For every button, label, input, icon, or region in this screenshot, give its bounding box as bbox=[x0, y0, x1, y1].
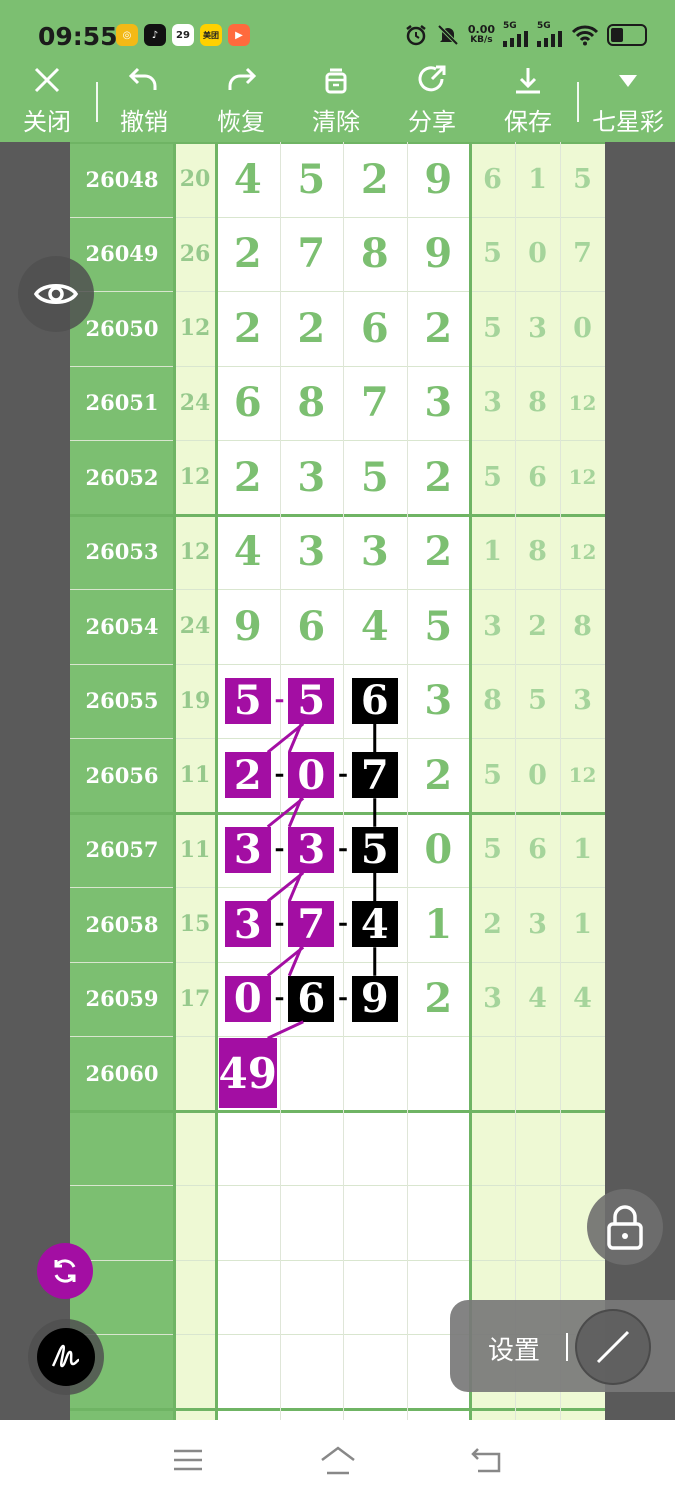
signal-1: 5G bbox=[503, 22, 529, 47]
mute-bell-icon bbox=[437, 24, 459, 45]
meituan-icon: 美团 bbox=[200, 24, 222, 46]
menu-icon bbox=[174, 1449, 202, 1471]
eye-toggle-button[interactable] bbox=[18, 256, 94, 332]
alarm-icon bbox=[406, 24, 426, 45]
lottery-grid[interactable]: 26048 20 4 5 2 9 6 1 5 26049 26 2 7 8 9 5 0 7 26050 12 2 2 6 2 5… bbox=[70, 142, 605, 1420]
signal-2-label: 5G bbox=[537, 21, 551, 31]
share-label: 分享 bbox=[408, 108, 456, 136]
redo-label: 恢复 bbox=[217, 108, 265, 136]
handwriting-icon bbox=[37, 1328, 95, 1386]
redo-button[interactable]: 恢复 bbox=[206, 62, 276, 142]
status-bar: 09:55 ◎ ♪ 29 美团 ▶ 0.00 KB/s 5G 5G bbox=[0, 0, 675, 62]
settings-button[interactable]: 设置 bbox=[488, 1330, 540, 1367]
battery-icon bbox=[607, 23, 647, 46]
refresh-icon bbox=[54, 1259, 76, 1283]
home-nav-button[interactable] bbox=[318, 1442, 358, 1478]
diagonal-connector bbox=[267, 1020, 304, 1040]
signal-2: 5G bbox=[537, 22, 563, 47]
lottery-type-dropdown[interactable]: 七星彩 bbox=[588, 62, 668, 142]
close-button[interactable]: 关闭 bbox=[12, 62, 82, 142]
tiktok-icon: ♪ bbox=[144, 24, 166, 46]
toolbar: 关闭 撤销 恢复 清除 分享 保存 七星彩 bbox=[0, 62, 675, 142]
share-icon bbox=[416, 62, 448, 98]
save-label: 保存 bbox=[504, 108, 552, 136]
pen-tool-button[interactable] bbox=[575, 1309, 651, 1385]
undo-label: 撤销 bbox=[120, 108, 168, 136]
clear-label: 清除 bbox=[312, 108, 360, 136]
net-speed-value: 0.00 bbox=[467, 22, 495, 36]
lottery-type-label: 七星彩 bbox=[592, 108, 664, 136]
diagonal-connector bbox=[287, 946, 303, 977]
signal-1-label: 5G bbox=[503, 21, 517, 31]
undo-icon bbox=[128, 62, 160, 98]
signal-bars-icon bbox=[503, 31, 528, 47]
diagonal-connector bbox=[287, 797, 303, 828]
network-speed: 0.00 KB/s bbox=[468, 24, 495, 46]
close-icon bbox=[32, 62, 62, 98]
clear-button[interactable]: 清除 bbox=[301, 62, 371, 142]
calendar-icon: 29 bbox=[172, 24, 194, 46]
coin-app-icon: ◎ bbox=[116, 24, 138, 46]
wifi-icon bbox=[571, 25, 599, 45]
diagonal-connector bbox=[287, 872, 303, 902]
signal-bars-icon bbox=[537, 31, 562, 47]
home-icon bbox=[321, 1446, 355, 1475]
system-status: 0.00 KB/s 5G 5G bbox=[404, 22, 647, 47]
net-speed-unit: KB/s bbox=[470, 34, 493, 45]
toolbar-divider bbox=[577, 82, 579, 122]
back-icon bbox=[471, 1448, 501, 1473]
eye-icon bbox=[33, 284, 79, 304]
redo-icon bbox=[225, 62, 257, 98]
connector-lines bbox=[266, 699, 377, 1040]
save-button[interactable]: 保存 bbox=[493, 62, 563, 142]
close-label: 关闭 bbox=[23, 108, 71, 136]
menu-nav-button[interactable] bbox=[168, 1442, 208, 1478]
handwriting-button[interactable] bbox=[28, 1319, 104, 1395]
slash-pen-icon bbox=[596, 1330, 630, 1364]
lock-button[interactable] bbox=[587, 1189, 663, 1265]
back-nav-button[interactable] bbox=[467, 1442, 507, 1478]
trash-icon bbox=[321, 62, 351, 98]
refresh-button[interactable] bbox=[37, 1243, 93, 1299]
status-time: 09:55 bbox=[38, 22, 118, 51]
download-icon bbox=[513, 62, 543, 98]
video-app-icon: ▶ bbox=[228, 24, 250, 46]
undo-button[interactable]: 撤销 bbox=[109, 62, 179, 142]
share-button[interactable]: 分享 bbox=[397, 62, 467, 142]
triangle-down-icon bbox=[618, 62, 638, 98]
notification-icons: ◎ ♪ 29 美团 ▶ bbox=[116, 24, 250, 46]
settings-divider bbox=[566, 1333, 568, 1361]
lock-icon bbox=[607, 1205, 643, 1250]
navigation-bar bbox=[0, 1420, 675, 1500]
toolbar-divider bbox=[96, 82, 98, 122]
diagonal-connector bbox=[287, 723, 303, 753]
